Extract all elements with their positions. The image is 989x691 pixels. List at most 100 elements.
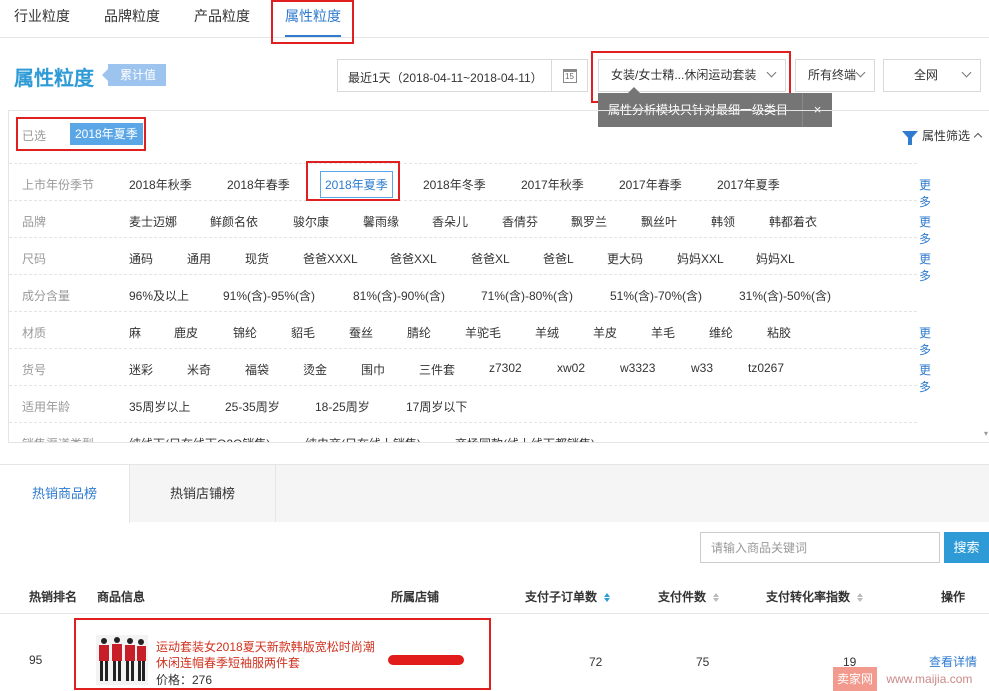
col-pieces[interactable]: 支付件数: [658, 588, 720, 605]
attr-label: 品牌: [22, 215, 47, 229]
network-select[interactable]: 全网: [883, 59, 981, 92]
pieces-value: 75: [696, 655, 710, 669]
category-select[interactable]: 女装/女士精...休闲运动套装: [598, 59, 786, 92]
attr-option[interactable]: 现货: [245, 250, 269, 267]
attr-option[interactable]: 纯电商(只在线上销售): [305, 435, 421, 442]
attr-option[interactable]: 2018年冬季: [423, 176, 486, 193]
attr-option[interactable]: 围巾: [361, 361, 385, 378]
attr-option[interactable]: 81%(含)-90%(含): [353, 287, 445, 304]
attr-option[interactable]: 18-25周岁: [315, 398, 370, 415]
scroll-down-icon[interactable]: ▾: [984, 429, 988, 438]
attr-option[interactable]: 香倩芬: [502, 213, 538, 230]
attr-option[interactable]: 2017年春季: [619, 176, 682, 193]
col-shop: 所属店铺: [391, 590, 440, 604]
attr-option[interactable]: 羊驼毛: [465, 324, 501, 341]
attr-option[interactable]: 通用: [187, 250, 211, 267]
attr-row-item-number: 货号 迷彩 米奇 福袋 烫金 围巾 三件套 z7302 xw02 w3323 w…: [9, 348, 931, 394]
more-link[interactable]: 更多: [919, 213, 931, 247]
col-conversion[interactable]: 支付转化率指数: [766, 588, 864, 605]
more-link[interactable]: 更多: [919, 361, 931, 395]
attr-option[interactable]: 2018年秋季: [129, 176, 192, 193]
attr-option[interactable]: 麻: [129, 324, 141, 341]
attr-option[interactable]: 71%(含)-80%(含): [481, 287, 573, 304]
attr-option[interactable]: 腈纶: [407, 324, 431, 341]
funnel-icon: [901, 131, 918, 145]
attr-option[interactable]: 爸爸XL: [471, 250, 510, 267]
attribute-filter-panel: 已选 2018年夏季 属性筛选 上市年份季节 2018年秋季 2018年春季 2…: [8, 110, 989, 443]
attr-option-selected[interactable]: 2018年夏季: [320, 171, 393, 198]
attr-option[interactable]: 烫金: [303, 361, 327, 378]
product-image[interactable]: [96, 635, 148, 685]
attr-label: 成分含量: [22, 289, 71, 303]
attr-option[interactable]: 迷彩: [129, 361, 153, 378]
attr-option[interactable]: 爸爸L: [543, 250, 574, 267]
attr-option[interactable]: 2017年秋季: [521, 176, 584, 193]
terminal-select[interactable]: 所有终端: [795, 59, 875, 92]
attr-option[interactable]: 2018年春季: [227, 176, 290, 193]
attr-option[interactable]: 96%及以上: [129, 287, 189, 304]
attr-option[interactable]: 91%(含)-95%(含): [223, 287, 315, 304]
attr-option[interactable]: 更大码: [607, 250, 643, 267]
attr-option[interactable]: 爸爸XXXL: [303, 250, 358, 267]
more-link[interactable]: 更多: [919, 324, 931, 358]
attr-option[interactable]: 通码: [129, 250, 153, 267]
attr-option[interactable]: 商场同款(线上线下都销售): [455, 435, 595, 442]
attr-option[interactable]: 飘丝叶: [641, 213, 677, 230]
product-title-link[interactable]: 运动套装女2018夏天新款韩版宽松时尚潮休闲连帽春季短袖服两件套: [156, 639, 381, 671]
attr-option[interactable]: 粘胶: [767, 324, 791, 341]
attr-option[interactable]: 羊皮: [593, 324, 617, 341]
attr-option[interactable]: 飘罗兰: [571, 213, 607, 230]
attr-option[interactable]: 骏尔康: [293, 213, 329, 230]
attr-option[interactable]: 羊绒: [535, 324, 559, 341]
attr-option[interactable]: 麦士迈娜: [129, 213, 177, 230]
more-link[interactable]: 更多: [919, 250, 931, 284]
attr-option[interactable]: 2017年夏季: [717, 176, 780, 193]
attr-row-brand: 品牌 麦士迈娜 鲜颜名依 骏尔康 馨雨缘 香朵儿 香倩芬 飘罗兰 飘丝叶 韩领 …: [9, 200, 931, 246]
attr-option[interactable]: 鹿皮: [174, 324, 198, 341]
attr-option[interactable]: 貂毛: [291, 324, 315, 341]
selected-filter-tag[interactable]: 2018年夏季: [70, 123, 143, 145]
tab-hot-shops[interactable]: 热销店铺榜: [130, 465, 276, 522]
date-range-picker[interactable]: 最近1天（2018-04-11~2018-04-11） 15: [337, 59, 588, 92]
attr-option[interactable]: 三件套: [419, 361, 455, 378]
attr-option[interactable]: 31%(含)-50%(含): [739, 287, 831, 304]
tab-hot-products[interactable]: 热销商品榜: [0, 465, 130, 523]
attr-option[interactable]: z7302: [489, 361, 522, 375]
attr-option[interactable]: 福袋: [245, 361, 269, 378]
attr-option[interactable]: 纯线下(只在线下O2O销售): [129, 435, 270, 442]
attr-option[interactable]: 维纶: [709, 324, 733, 341]
attr-option[interactable]: 25-35周岁: [225, 398, 280, 415]
attr-option[interactable]: 17周岁以下: [406, 398, 467, 415]
tab-brand[interactable]: 品牌粒度: [104, 0, 160, 38]
attr-option[interactable]: 妈妈XL: [756, 250, 795, 267]
attr-option[interactable]: 妈妈XXL: [677, 250, 724, 267]
attr-option[interactable]: 馨雨缘: [363, 213, 399, 230]
attr-option[interactable]: 米奇: [187, 361, 211, 378]
col-orders[interactable]: 支付子订单数: [525, 588, 611, 605]
tab-attribute[interactable]: 属性粒度: [285, 0, 341, 38]
attr-option[interactable]: 韩都着衣: [769, 213, 817, 230]
attr-option[interactable]: 香朵儿: [432, 213, 468, 230]
more-link[interactable]: 更多: [919, 176, 931, 210]
attr-option[interactable]: 锦纶: [233, 324, 257, 341]
attr-option[interactable]: 35周岁以上: [129, 398, 190, 415]
attr-option[interactable]: 蚕丝: [349, 324, 373, 341]
attr-option[interactable]: 鲜颜名依: [210, 213, 258, 230]
calendar-button[interactable]: 15: [551, 60, 587, 91]
shop-name-redacted: [388, 655, 464, 665]
attr-option[interactable]: tz0267: [748, 361, 784, 375]
tab-product[interactable]: 产品粒度: [194, 0, 250, 38]
tab-industry[interactable]: 行业粒度: [14, 0, 70, 38]
attribute-filter-toggle[interactable]: 属性筛选: [901, 127, 983, 145]
attr-option[interactable]: xw02: [557, 361, 585, 375]
sort-icon: [604, 593, 611, 603]
attr-label: 材质: [22, 326, 47, 340]
attr-option[interactable]: w3323: [620, 361, 655, 375]
search-button[interactable]: 搜索: [944, 532, 989, 563]
attr-option[interactable]: 羊毛: [651, 324, 675, 341]
attr-option[interactable]: 51%(含)-70%(含): [610, 287, 702, 304]
attr-option[interactable]: w33: [691, 361, 713, 375]
product-search-input[interactable]: [700, 532, 940, 563]
attr-option[interactable]: 爸爸XXL: [390, 250, 437, 267]
attr-option[interactable]: 韩领: [711, 213, 735, 230]
